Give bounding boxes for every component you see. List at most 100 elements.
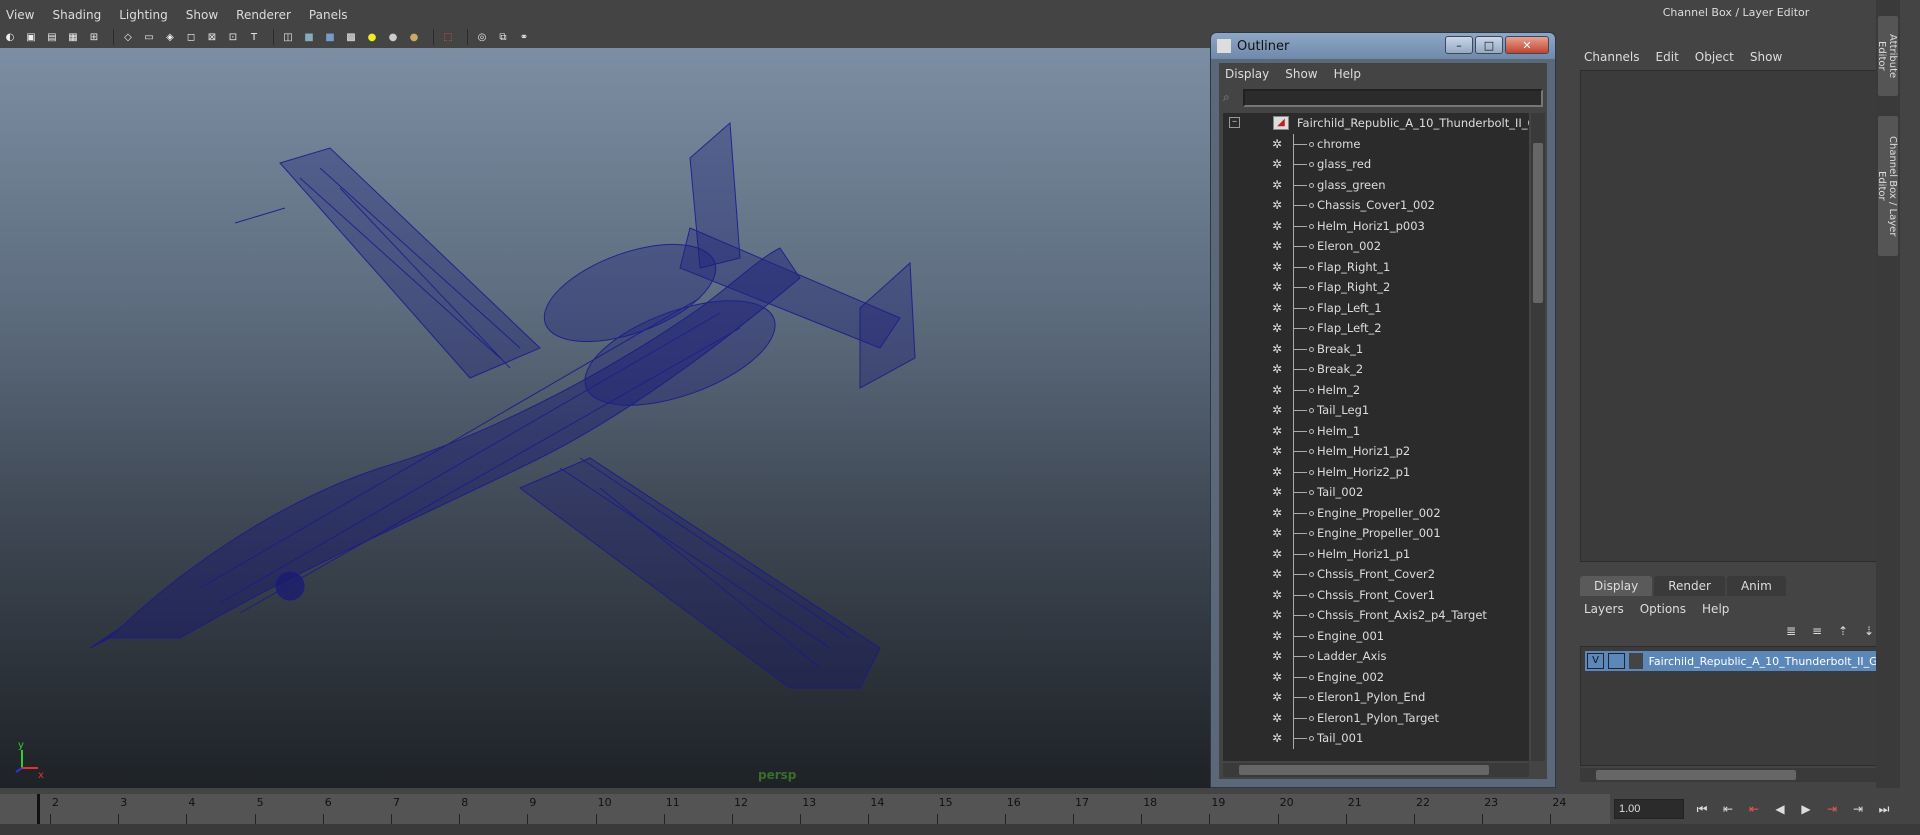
texture-icon[interactable]: T	[246, 29, 262, 45]
go-to-end-icon[interactable]: ⏭	[1876, 802, 1892, 817]
filter-icon[interactable]: ⌕	[1223, 90, 1239, 106]
layer-color-swatch[interactable]	[1629, 653, 1643, 669]
step-back-frame-icon[interactable]: ⇤	[1746, 802, 1762, 816]
outliner-search-input[interactable]	[1243, 89, 1543, 107]
tree-row[interactable]: ✲ Helm_Horiz2_p1	[1223, 461, 1529, 483]
tab-render[interactable]: Render	[1654, 576, 1725, 596]
wireframe-icon[interactable]: ◇	[120, 29, 136, 45]
outliner-titlebar[interactable]: Outliner	[1211, 33, 1555, 59]
layer-horizontal-scrollbar[interactable]	[1580, 768, 1892, 782]
scroll-thumb[interactable]	[1533, 143, 1543, 303]
tree-row[interactable]: ✲ Chssis_Front_Cover1	[1223, 584, 1529, 606]
tree-row[interactable]: ✲ Tail_Leg1	[1223, 400, 1529, 421]
image-plane-icon[interactable]: ▦	[65, 29, 81, 45]
outliner-horizontal-scrollbar[interactable]	[1223, 763, 1529, 777]
play-backward-icon[interactable]: ◀	[1772, 802, 1788, 816]
time-slider[interactable]: 2 3 4 5 6 7 8 9 10 11 12 13 14 15 16 17 18 19 20 21 22 23 24	[0, 794, 1610, 824]
collapse-icon[interactable]: –	[1229, 117, 1240, 128]
menu-layers[interactable]: Layers	[1584, 602, 1624, 616]
menu-show[interactable]: Show	[186, 8, 218, 22]
shadow-sphere-icon[interactable]: ●	[406, 29, 422, 45]
select-camera-icon[interactable]: ⬚	[440, 29, 456, 45]
tree-row[interactable]: ✲ Flap_Right_1	[1223, 256, 1529, 278]
tree-row[interactable]: ✲ glass_red	[1223, 154, 1529, 175]
layer-playback-toggle[interactable]	[1608, 653, 1626, 669]
tree-row[interactable]: ✲ Engine_Propeller_001	[1223, 523, 1529, 544]
menu-panels[interactable]: Panels	[309, 8, 348, 22]
menu-shading[interactable]: Shading	[52, 8, 101, 22]
tree-row[interactable]: ✲ Eleron1_Pylon_End	[1223, 687, 1529, 708]
menu-help[interactable]: Help	[1702, 602, 1729, 616]
bookmark-icon[interactable]: ▤	[44, 29, 60, 45]
gate-icon[interactable]: ◎	[474, 29, 490, 45]
checker-icon[interactable]: ▩	[343, 29, 359, 45]
tab-attribute-editor[interactable]: Attribute Editor	[1876, 16, 1898, 96]
close-button[interactable]: ✕	[1505, 36, 1549, 54]
smooth-shade-icon[interactable]: ▭	[141, 29, 157, 45]
xray-icon[interactable]: ◻	[183, 29, 199, 45]
tree-row[interactable]: ✲ Engine_002	[1223, 666, 1529, 688]
menu-channels[interactable]: Channels	[1584, 50, 1640, 64]
menu-object[interactable]: Object	[1695, 50, 1734, 64]
step-forward-frame-icon[interactable]: ⇥	[1850, 802, 1866, 816]
tree-row[interactable]: ✲ Tail_001	[1223, 728, 1529, 749]
layer-row[interactable]: V Fairchild_Republic_A_10_Thunderbolt_II…	[1585, 651, 1889, 671]
cube-textured-icon[interactable]: ■	[322, 29, 338, 45]
tree-row[interactable]: ✲ Break_2	[1223, 359, 1529, 380]
scroll-thumb[interactable]	[1239, 765, 1489, 775]
tree-row[interactable]: ✲ Engine_Propeller_002	[1223, 502, 1529, 524]
share-icon[interactable]: ⚭	[516, 29, 532, 45]
tree-row[interactable]: ✲ Break_1	[1223, 338, 1529, 360]
tree-row[interactable]: ✲ Eleron_002	[1223, 236, 1529, 257]
grid-icon[interactable]: ⊞	[86, 29, 102, 45]
tree-row[interactable]: ✲ glass_green	[1223, 174, 1529, 196]
tree-root-row[interactable]: – ◢ Fairchild_Republic_A_10_Thunderbolt_…	[1223, 113, 1529, 134]
cube-icon[interactable]: ◫	[280, 29, 296, 45]
tree-row[interactable]: ✲ Engine_001	[1223, 625, 1529, 647]
step-back-key-icon[interactable]: ⇤	[1720, 802, 1736, 816]
tree-row[interactable]: ✲ Flap_Left_1	[1223, 297, 1529, 319]
maximize-button[interactable]: □	[1475, 36, 1503, 54]
tree-row[interactable]: ✲ Chssis_Front_Cover2	[1223, 564, 1529, 585]
tree-row[interactable]: ✲ Chssis_Front_Axis2_p4_Target	[1223, 605, 1529, 626]
perspective-viewport[interactable]: y x persp	[0, 48, 1210, 788]
new-layer-icon[interactable]: ≣	[1786, 624, 1806, 640]
light-icon[interactable]: ●	[364, 29, 380, 45]
move-up-icon[interactable]: ⇡	[1838, 624, 1858, 640]
tree-row[interactable]: ✲ Tail_002	[1223, 482, 1529, 503]
isolate-icon[interactable]: ⊠	[204, 29, 220, 45]
outliner-vertical-scrollbar[interactable]	[1531, 113, 1545, 761]
tab-anim[interactable]: Anim	[1726, 576, 1786, 596]
camera-attributes-icon[interactable]: ▣	[23, 29, 39, 45]
tree-row[interactable]: ✲ Helm_Horiz1_p1	[1223, 543, 1529, 565]
tree-row[interactable]: ✲ Eleron1_Pylon_Target	[1223, 707, 1529, 729]
tree-row[interactable]: ✲ Helm_1	[1223, 420, 1529, 442]
tree-row[interactable]: ✲ chrome	[1223, 133, 1529, 155]
play-forward-icon[interactable]: ▶	[1798, 802, 1814, 816]
frame-icon[interactable]: ⧉	[495, 29, 511, 45]
tree-row[interactable]: ✲ Helm_Horiz1_p2	[1223, 441, 1529, 462]
cube-shaded-icon[interactable]: ■	[301, 29, 317, 45]
menu-view[interactable]: View	[6, 8, 34, 22]
tab-channel-box-layer-editor[interactable]: Channel Box / Layer Editor	[1876, 116, 1898, 256]
layer-visibility-toggle[interactable]: V	[1587, 653, 1605, 669]
outliner-menu-display[interactable]: Display	[1225, 67, 1269, 81]
tree-row[interactable]: ✲ Ladder_Axis	[1223, 646, 1529, 667]
new-layer-selected-icon[interactable]: ≡	[1812, 624, 1832, 640]
scroll-thumb[interactable]	[1596, 770, 1796, 780]
outliner-menu-help[interactable]: Help	[1334, 67, 1361, 81]
tree-row[interactable]: ✲ Helm_2	[1223, 379, 1529, 401]
menu-lighting[interactable]: Lighting	[119, 8, 168, 22]
tree-row[interactable]: ✲ Helm_Horiz1_p003	[1223, 215, 1529, 237]
step-forward-key-icon[interactable]: ⇥	[1824, 802, 1840, 816]
menu-edit[interactable]: Edit	[1656, 50, 1679, 64]
wireframe-on-shaded-icon[interactable]: ◈	[162, 29, 178, 45]
tab-display[interactable]: Display	[1580, 576, 1653, 596]
sphere-icon[interactable]: ●	[385, 29, 401, 45]
camera-select-icon[interactable]: ◐	[2, 29, 18, 45]
outliner-menu-show[interactable]: Show	[1285, 67, 1317, 81]
backface-icon[interactable]: ⊡	[225, 29, 241, 45]
tree-row[interactable]: ✲ Flap_Left_2	[1223, 318, 1529, 339]
tree-row[interactable]: ✲ Flap_Right_2	[1223, 277, 1529, 298]
menu-renderer[interactable]: Renderer	[236, 8, 291, 22]
